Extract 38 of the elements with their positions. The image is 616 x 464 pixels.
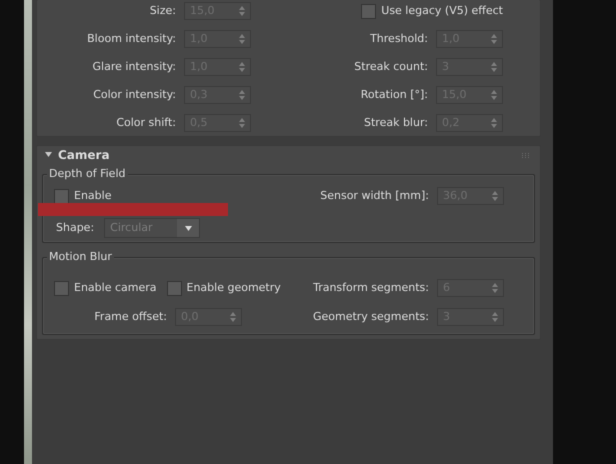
checkbox-label: Enable [74, 188, 112, 204]
spinner-arrows-icon [492, 191, 498, 201]
field-label: Streak count: [354, 58, 428, 75]
field-label: Streak blur: [364, 114, 428, 131]
spinner-arrows-icon [239, 34, 245, 44]
field-label: Frame offset: [93, 308, 167, 325]
spinner-arrows-icon [239, 118, 245, 128]
checkbox[interactable] [361, 4, 376, 18]
field-label: Shape: [56, 220, 94, 236]
spinner-arrows-icon [239, 6, 245, 16]
checkbox-label: Enable camera [74, 280, 156, 296]
checkbox[interactable] [166, 280, 182, 296]
field-label: Threshold: [370, 30, 428, 47]
spinner-arrows-icon [491, 118, 497, 128]
checkbox[interactable] [54, 188, 69, 204]
spinner-arrows-icon [492, 283, 498, 293]
field-label: Color shift: [115, 114, 176, 131]
caret-icon [184, 226, 192, 230]
field-label: Glare intensity: [92, 58, 176, 75]
checkbox-label: Use legacy (V5) effect [381, 2, 503, 19]
field-label: Transform segments: [313, 280, 429, 296]
spinner-arrows-icon [230, 312, 236, 322]
field-label: Sensor width [mm]: [320, 188, 429, 204]
field-label: Geometry segments: [312, 308, 429, 325]
field-label: Size: [148, 2, 176, 19]
spinner-arrows-icon [492, 312, 498, 322]
checkbox[interactable] [54, 280, 69, 296]
spinner-arrows-icon [239, 62, 245, 72]
spinner-arrows-icon [491, 62, 497, 72]
spinner-arrows-icon [491, 90, 497, 100]
field-label: Bloom intensity: [86, 30, 176, 47]
spinner-arrows-icon [239, 90, 245, 100]
checkbox-label: Enable geometry [186, 280, 281, 296]
spinner-arrows-icon [491, 34, 497, 44]
field-label: Rotation [°]: [360, 86, 428, 103]
field-label: Color intensity: [92, 86, 176, 103]
group-title: Depth of Field [47, 167, 128, 181]
rollout-title: Camera [58, 147, 110, 164]
